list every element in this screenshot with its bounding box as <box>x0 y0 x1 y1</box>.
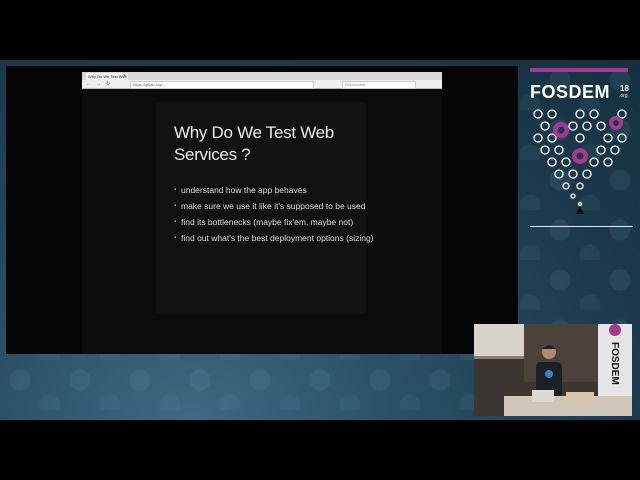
address-bar[interactable]: https://gitlab.org/... <box>130 81 314 89</box>
tab-close-icon[interactable]: × <box>123 73 126 80</box>
forward-icon[interactable]: → <box>96 81 101 87</box>
search-field[interactable]: Rechercher <box>342 81 416 89</box>
slide-title: Why Do We Test Web Services ? <box>174 123 334 164</box>
bullet-item: understand how the app behaves <box>174 182 374 198</box>
projected-screen: Why Do We Test Web Services × ← → ↻ http… <box>6 66 518 354</box>
navigation-bar: ← → ↻ https://gitlab.org/... Rechercher <box>82 80 442 89</box>
bullet-item: find its bottlenecks (maybe fix'em, mayb… <box>174 214 374 230</box>
video-frame: Why Do We Test Web Services × ← → ↻ http… <box>0 60 640 420</box>
speaker-camera-feed: FOSDEM <box>474 324 632 416</box>
back-icon[interactable]: ← <box>86 81 91 87</box>
bullet-item: find out what's the best deployment opti… <box>174 230 374 246</box>
fosdem-logo: FOSDEM 18 .org <box>530 66 633 236</box>
gears-icon <box>533 109 627 214</box>
logo-tld: .org <box>619 93 628 99</box>
logo-year: 18 <box>620 84 629 93</box>
bullet-item: make sure we use it like it's supposed t… <box>174 198 374 214</box>
presentation-slide: Why Do We Test Web Services ? understand… <box>156 102 374 314</box>
browser-tab[interactable]: Why Do We Test Web Services <box>86 73 128 80</box>
bullet-list: understand how the app behaves make sure… <box>174 182 374 246</box>
tab-bar: Why Do We Test Web Services × <box>82 72 442 80</box>
reload-icon[interactable]: ↻ <box>106 81 110 87</box>
logo-name: FOSDEM <box>530 82 611 102</box>
browser-window: Why Do We Test Web Services × ← → ↻ http… <box>82 72 442 354</box>
camera-fosdem-banner: FOSDEM <box>609 342 620 385</box>
logo-divider <box>530 226 633 227</box>
speaker-scene: FOSDEM <box>474 324 632 416</box>
logo-accent-bar <box>530 68 628 72</box>
